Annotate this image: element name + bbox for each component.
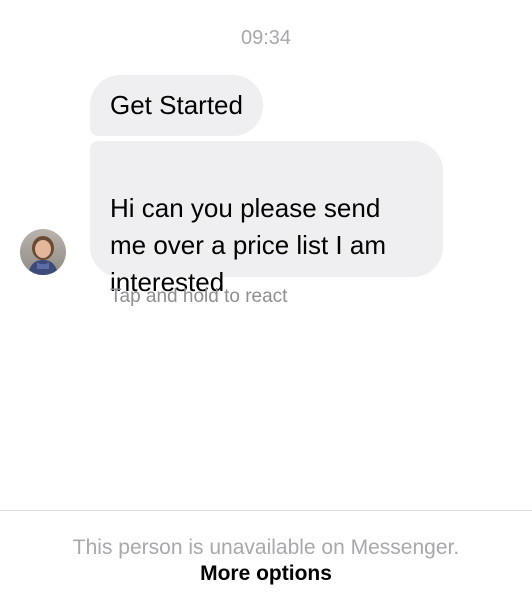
footer-divider xyxy=(0,510,532,511)
react-hint: Tap and hold to react xyxy=(110,286,288,307)
profile-photo-icon xyxy=(20,229,66,275)
unavailable-status: This person is unavailable on Messenger. xyxy=(72,536,460,559)
message-timestamp: 09:34 xyxy=(240,27,292,49)
more-options-button[interactable]: More options xyxy=(0,561,532,587)
message-text: Get Started xyxy=(110,90,243,120)
message-text: Hi can you please send me over a price l… xyxy=(110,193,386,297)
message-bubble-get-started[interactable]: Get Started xyxy=(90,75,263,136)
avatar[interactable] xyxy=(20,229,66,275)
message-bubble-price-list[interactable]: Hi can you please send me over a price l… xyxy=(90,141,443,297)
